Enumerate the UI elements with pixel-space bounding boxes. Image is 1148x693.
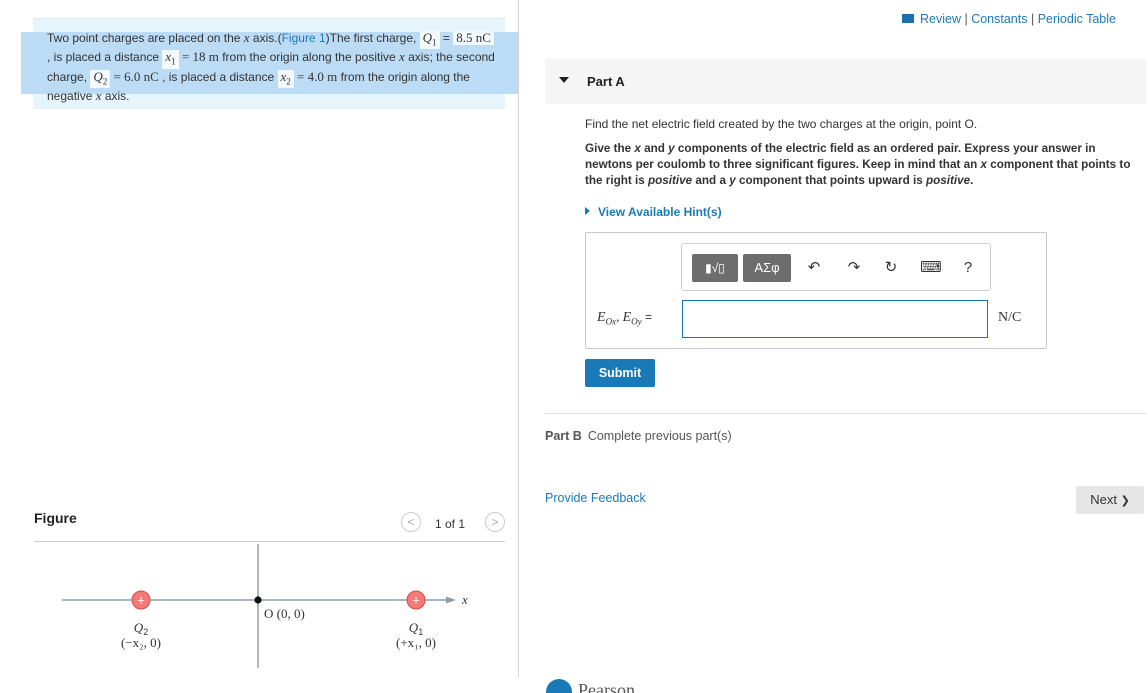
q2-plus-sign: +	[137, 593, 145, 608]
answer-unit: N/C	[998, 310, 1022, 325]
undo-icon[interactable]: ↶	[802, 254, 826, 282]
chevron-right-icon: ❯	[1120, 495, 1130, 507]
instruction-segment: and	[640, 142, 669, 155]
problem-text: Two point charges are placed on the x ax…	[47, 30, 497, 104]
pearson-logo: Pearson	[546, 679, 666, 693]
periodic-table-link[interactable]: Periodic Table	[1038, 12, 1116, 26]
link-separator: |	[961, 12, 972, 26]
figure-link[interactable]: Figure 1	[282, 31, 326, 45]
instruction-segment: and a	[692, 174, 730, 187]
reset-icon[interactable]: ↻	[879, 254, 903, 282]
label-equals: =	[641, 310, 652, 324]
figure-pager: < 1 of 1 >	[401, 512, 505, 534]
answer-area: ▮√▯ ΑΣφ ↶ ↷ ↻ ⌨ ? EOx, EOy = N/C	[585, 232, 1047, 349]
symbols-button[interactable]: ΑΣφ	[743, 254, 791, 282]
review-icon	[902, 14, 914, 23]
q1-subscript: 1	[432, 37, 437, 48]
q2-coordinate: (−x₂, 0)	[121, 635, 161, 650]
part-divider	[545, 413, 1146, 414]
problem-text-segment: axis.(	[249, 31, 282, 45]
x1-value: = 18 m	[178, 49, 219, 65]
panel-divider[interactable]	[518, 0, 519, 678]
answer-variable-label: EOx, EOy =	[597, 309, 652, 326]
collapse-caret-icon[interactable]	[559, 77, 569, 83]
label-e-ox: E	[597, 310, 606, 325]
hint-label: View Available Hint(s)	[598, 205, 722, 219]
instruction-segment: positive	[648, 174, 693, 187]
question-prompt: Find the net electric field created by t…	[585, 117, 978, 131]
figure-prev-button[interactable]: <	[401, 512, 421, 532]
x-axis-label: x	[461, 592, 468, 607]
pearson-logo-text: Pearson	[578, 680, 635, 693]
problem-text-segment: axis.	[101, 89, 130, 104]
q1-plus-sign: +	[412, 593, 420, 608]
q1-value: 8.5 nC	[453, 31, 494, 45]
q1-symbol: Q1	[419, 30, 440, 50]
x1-subscript: 1	[171, 56, 176, 67]
math-toolbar: ▮√▯ ΑΣφ ↶ ↷ ↻ ⌨ ?	[681, 243, 991, 291]
x2-value: = 4.0 m	[293, 68, 338, 84]
keyboard-icon[interactable]: ⌨	[918, 254, 944, 282]
provide-feedback-link[interactable]: Provide Feedback	[545, 491, 646, 505]
instruction-segment: component that points upward is	[735, 174, 926, 187]
q1-letter: Q	[422, 30, 433, 45]
origin-point	[254, 596, 262, 604]
figure-next-button[interactable]: >	[485, 512, 505, 532]
instruction-segment: .	[970, 174, 974, 187]
label-sub-ox: Ox	[605, 316, 617, 327]
label-e-oy: E	[622, 310, 632, 325]
next-button[interactable]: Next ❯	[1076, 486, 1144, 514]
problem-text-segment: =	[439, 31, 454, 45]
problem-text-segment: from the origin along the positive	[218, 50, 399, 65]
review-link[interactable]: Review	[920, 12, 961, 26]
link-separator: |	[1027, 12, 1038, 26]
submit-button[interactable]: Submit	[585, 359, 655, 387]
next-label: Next	[1090, 492, 1117, 507]
instruction-segment: Give the	[585, 142, 635, 155]
x2-subscript: 2	[286, 76, 291, 87]
problem-text-segment: , is placed a distance	[158, 69, 278, 84]
q2-value: = 6.0 nC	[110, 68, 159, 84]
label-sub-oy: Oy	[631, 316, 642, 327]
q2-subscript: 2	[102, 76, 108, 87]
q2-letter: Q	[93, 68, 103, 84]
x2-symbol: x2	[277, 69, 294, 89]
problem-text-segment: )The first charge,	[325, 31, 420, 45]
part-a-header[interactable]: Part A	[545, 59, 1146, 104]
x-axis-arrow	[446, 596, 456, 604]
q1-coordinate: (+x₁, 0)	[396, 635, 436, 650]
instruction-segment: positive	[925, 174, 971, 187]
help-icon[interactable]: ?	[958, 254, 978, 282]
pearson-logo-mark	[546, 679, 572, 693]
charges-diagram: x O (0, 0) + Q2 (−x₂, 0) + Q1 (+x₁, 0)	[62, 544, 468, 668]
x1-symbol: x1	[162, 50, 179, 69]
figure-title: Figure	[34, 510, 77, 526]
answer-input[interactable]	[682, 300, 988, 338]
resource-links: Review | Constants | Periodic Table	[902, 12, 1116, 26]
view-hints-link[interactable]: View Available Hint(s)	[585, 205, 722, 219]
part-b-row: Part B Complete previous part(s)	[545, 429, 732, 443]
answer-instructions: Give the x and y components of the elect…	[585, 141, 1141, 189]
figure-pager-count: 1 of 1	[435, 517, 466, 531]
part-b-status: Complete previous part(s)	[587, 429, 732, 443]
part-a-title: Part A	[587, 74, 625, 89]
constants-link[interactable]: Constants	[971, 12, 1027, 26]
problem-text-segment: Two point charges are placed on the	[47, 31, 244, 45]
problem-text-segment: , is placed a distance	[47, 50, 163, 65]
part-b-title: Part B	[545, 429, 582, 443]
templates-button[interactable]: ▮√▯	[692, 254, 738, 282]
redo-icon[interactable]: ↷	[842, 254, 866, 282]
origin-label: O (0, 0)	[264, 606, 305, 621]
q2-symbol: Q2	[90, 68, 111, 89]
expand-caret-icon	[585, 207, 590, 215]
